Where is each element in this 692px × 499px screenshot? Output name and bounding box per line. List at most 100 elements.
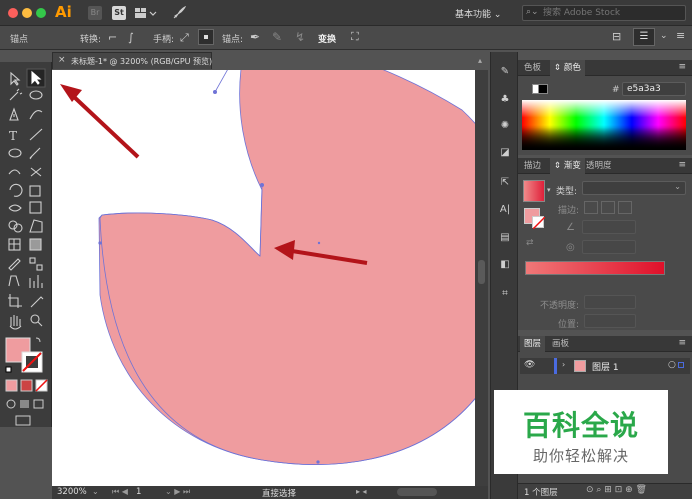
close-tab-icon[interactable]: × [58, 55, 66, 65]
chevron-down-icon[interactable]: ⌄ [660, 31, 668, 41]
control-bar: 锚点 转换: ⌐ ∫ 手柄: ⤢ 锚点: ✒ ✎ ↯ 变换 ⛶ ⊟ ☰ ⌄ ≡ [0, 26, 692, 50]
menu-icon[interactable]: ≡ [678, 160, 686, 170]
graphic-styles-icon[interactable]: ◪ [497, 147, 513, 158]
tab-gradient[interactable]: ⇕ 渐变 [550, 158, 585, 174]
scroll-up-icon[interactable]: ▴ [478, 56, 482, 65]
scroll-thumb[interactable] [478, 260, 485, 284]
tab-color[interactable]: ⇕ 颜色 [550, 60, 585, 76]
maximize-window-button[interactable] [36, 8, 46, 18]
opacity-field[interactable] [584, 295, 636, 309]
minimize-window-button[interactable] [22, 8, 32, 18]
search-stock-field[interactable]: ⌕⌄ [522, 5, 686, 21]
color-spectrum[interactable] [522, 100, 686, 150]
black-swatch[interactable] [538, 84, 548, 94]
reverse-gradient-icon[interactable]: ⇄ [526, 238, 534, 248]
cut-path-icon[interactable]: ↯ [295, 30, 305, 44]
zoom-level[interactable]: 3200% [57, 487, 87, 497]
selection-indicator[interactable] [678, 362, 684, 368]
tab-gradient-label: 渐变 [563, 161, 581, 171]
appearance-icon[interactable]: ✺ [497, 120, 513, 131]
vertical-scrollbar[interactable]: ▴ [475, 56, 488, 486]
artboard-canvas[interactable] [52, 70, 475, 486]
tab-swatches[interactable]: 色板 [520, 60, 545, 76]
gpu-rocket-icon[interactable] [172, 5, 187, 20]
visibility-eye-icon[interactable]: 👁 [524, 360, 535, 370]
convert-smooth-icon[interactable]: ∫ [128, 31, 134, 44]
layer-count: 1 个图层 [524, 488, 558, 498]
stock-button[interactable]: St [112, 6, 126, 20]
chevron-down-icon: ⌄ [493, 10, 502, 20]
layer-row[interactable]: 👁 › 图层 1 ○ [520, 358, 690, 374]
expand-arrow-icon[interactable]: › [562, 360, 565, 369]
tab-stroke[interactable]: 描边 [520, 158, 545, 174]
arrange-documents-icon[interactable] [135, 7, 157, 19]
convert-corner-icon[interactable]: ⌐ [108, 31, 117, 44]
watermark-subtitle: 助你轻松解决 [532, 447, 629, 465]
search-stock-input[interactable] [543, 7, 681, 19]
hex-field[interactable]: e5a3a3 [622, 82, 686, 96]
next-artboard-icon[interactable]: ⌄ ▶ ⏭ [165, 487, 190, 497]
pathfinder-icon[interactable]: ◧ [497, 259, 513, 270]
convert-label: 转换: [80, 35, 102, 45]
layer-footer-icons[interactable]: ⊙ ⌕ ⊞ ⊡ ⊕ 🗑 [586, 485, 647, 495]
search-icon: ⌕⌄ [526, 7, 539, 17]
angle-icon: ∠ [566, 222, 575, 233]
chevron-down-icon[interactable]: ▾ [547, 186, 551, 194]
color-panel: 色板 ⇕ 颜色 ≡ # e5a3a3 [518, 60, 692, 155]
angle-field[interactable] [582, 220, 636, 234]
app-logo: Ai [55, 3, 72, 21]
watermark: 百科全说 助你轻松解决 [494, 390, 668, 474]
transform-button[interactable]: 变换 [318, 32, 336, 45]
chevron-down-icon: ⌄ [674, 182, 681, 191]
tool-icons: T [5, 68, 48, 426]
connect-endpoints-icon[interactable]: ✎ [272, 30, 282, 44]
stroke-gradient-buttons[interactable] [584, 201, 636, 214]
artboard-number[interactable]: 1 [136, 487, 141, 497]
chevron-down-icon[interactable]: ⌄ [92, 487, 99, 496]
aspect-ratio-field[interactable] [582, 240, 636, 254]
status-menu-icon[interactable]: ▸ ◂ [356, 487, 367, 496]
first-artboard-icon[interactable]: ⏮ ◀ [112, 487, 128, 497]
arrange-icon[interactable]: ☰ [633, 28, 655, 46]
gradient-stroke-label: 描边: [558, 206, 580, 216]
align-icon[interactable]: ⊟ [612, 30, 621, 43]
tab-artboards[interactable]: 画板 [548, 336, 573, 352]
position-field[interactable] [584, 314, 636, 328]
brushes-icon[interactable]: ✎ [497, 66, 513, 77]
title-bar: Ai Br St 基本功能 ⌄ ⌕⌄ [0, 0, 692, 26]
handle-label: 手柄: [153, 35, 175, 45]
transform-panel-icon[interactable]: ⌗ [497, 288, 513, 299]
tab-transparency[interactable]: 透明度 [582, 158, 616, 174]
menu-icon[interactable]: ≡ [678, 338, 686, 348]
watermark-title: 百科全说 [522, 409, 639, 442]
remove-anchor-icon[interactable]: ✒ [250, 30, 260, 44]
horizontal-scroll-thumb[interactable] [397, 488, 437, 496]
opacity-label: 不透明度: [540, 301, 580, 311]
gradient-preview[interactable] [523, 180, 545, 202]
menu-icon[interactable]: ≡ [678, 62, 686, 72]
isolate-icon[interactable]: ⛶ [351, 30, 359, 44]
export-icon[interactable]: ⇱ [497, 177, 513, 188]
close-window-button[interactable] [8, 8, 18, 18]
gradient-slider[interactable] [525, 261, 665, 275]
pink-shape[interactable] [98, 70, 475, 465]
document-tab[interactable]: × 未标题-1* @ 3200% (RGB/GPU 预览) [52, 52, 212, 69]
align-panel-icon[interactable]: ▤ [497, 232, 513, 243]
stroke-swatch[interactable] [532, 216, 546, 230]
target-icon[interactable]: ○ [668, 360, 676, 370]
menu-icon[interactable]: ≡ [676, 29, 685, 42]
gradient-type-select[interactable]: ⌄ [582, 181, 686, 195]
current-tool-name: 直接选择 [262, 489, 297, 499]
layer-thumbnail [574, 360, 586, 372]
tab-layers[interactable]: 图层 [520, 336, 546, 352]
character-icon[interactable]: A| [497, 204, 513, 215]
document-title: 未标题-1* @ 3200% (RGB/GPU 预览) [71, 57, 213, 66]
bridge-button[interactable]: Br [88, 6, 102, 20]
show-handles-icon[interactable]: ⤢ [180, 31, 189, 45]
layer-name[interactable]: 图层 1 [592, 360, 619, 373]
hide-handles-button[interactable] [198, 29, 214, 45]
symbols-icon[interactable]: ♣ [497, 94, 513, 105]
workspace-switcher[interactable]: 基本功能 ⌄ [455, 7, 515, 20]
position-label: 位置: [558, 320, 580, 330]
workspace-label: 基本功能 [455, 10, 492, 20]
